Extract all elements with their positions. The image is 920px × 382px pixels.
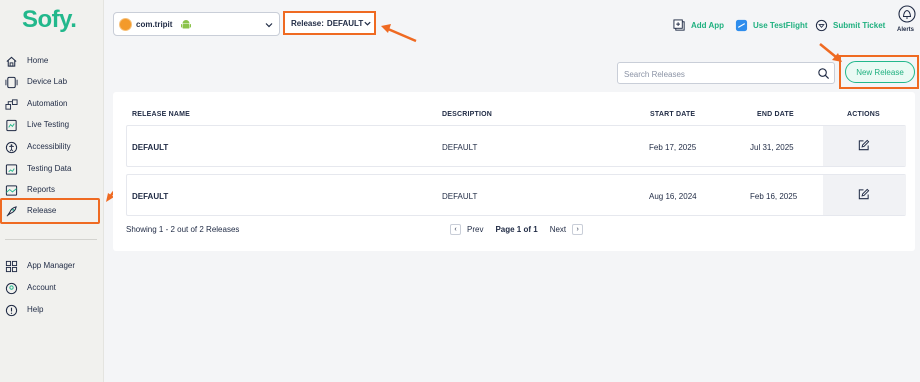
start-date-cell: Aug 16, 2024 [649, 192, 697, 201]
sidebar-item-device-lab[interactable]: Device Lab [0, 73, 104, 93]
reports-icon [5, 184, 18, 197]
submit-ticket-label: Submit Ticket [833, 20, 886, 30]
column-header-description: DESCRIPTION [442, 111, 493, 118]
release-selector[interactable]: Release: DEFAULT [283, 11, 376, 35]
search-box [617, 62, 835, 84]
app-manager-icon [5, 260, 18, 273]
edit-icon [858, 139, 870, 151]
live-testing-icon [5, 119, 18, 132]
description-cell: DEFAULT [442, 192, 478, 201]
sidebar-item-home[interactable]: Home [0, 52, 104, 72]
app-selector-value: com.tripit [136, 20, 173, 29]
next-label[interactable]: Next [550, 225, 566, 234]
next-page-button[interactable]: › [572, 223, 584, 235]
showing-count: Showing 1 - 2 out of 2 Releases [126, 225, 240, 234]
table-row: DEFAULT DEFAULT Aug 16, 2024 Feb 16, 202… [126, 174, 906, 216]
sidebar-item-label: Automation [27, 99, 68, 108]
edit-button[interactable] [823, 126, 906, 166]
edit-button[interactable] [823, 175, 906, 215]
end-date-cell: Jul 31, 2025 [750, 143, 794, 152]
submit-ticket-button[interactable]: Submit Ticket [815, 18, 885, 32]
pagination: ‹ Prev Page 1 of 1 Next › [450, 222, 584, 236]
chevron-down-icon [364, 21, 371, 26]
sidebar-item-label: Help [27, 305, 44, 314]
help-icon [5, 304, 18, 317]
sidebar-item-label: Testing Data [27, 164, 72, 173]
account-icon [5, 282, 18, 295]
sidebar-item-testing-data[interactable]: Testing Data [0, 160, 104, 180]
releases-table: RELEASE NAME DESCRIPTION START DATE END … [113, 92, 915, 251]
release-selector-label: Release: DEFAULT [291, 19, 364, 28]
sidebar-item-account[interactable]: Account [0, 279, 104, 299]
alerts-label: Alerts [897, 27, 915, 33]
android-icon [181, 20, 191, 29]
use-testflight-button[interactable]: Use TestFlight [735, 18, 808, 32]
sidebar-divider [5, 239, 97, 240]
device-icon [5, 76, 18, 89]
description-cell: DEFAULT [442, 143, 478, 152]
testflight-icon [735, 19, 748, 32]
sidebar-item-live-testing[interactable]: Live Testing [0, 116, 104, 136]
start-date-cell: Feb 17, 2025 [649, 143, 697, 152]
column-header-actions: ACTIONS [847, 111, 880, 118]
logo: Sofy. [22, 6, 77, 33]
prev-label[interactable]: Prev [467, 225, 483, 234]
add-app-button[interactable]: Add App [673, 18, 724, 32]
sidebar-item-label: Live Testing [27, 120, 70, 129]
sidebar-item-label: Reports [27, 185, 56, 194]
arrow-release-selector-icon [381, 24, 417, 43]
ticket-icon [815, 19, 828, 32]
column-header-start-date: START DATE [650, 111, 696, 118]
app-logo-icon [119, 18, 132, 31]
chevron-down-icon [265, 23, 273, 28]
page-indicator: Page 1 of 1 [495, 224, 538, 234]
accessibility-icon [5, 141, 18, 154]
table-row: DEFAULT DEFAULT Feb 17, 2025 Jul 31, 202… [126, 125, 906, 167]
release-name-cell: DEFAULT [132, 192, 169, 201]
column-header-end-date: END DATE [757, 111, 794, 118]
home-icon [5, 55, 18, 68]
release-name-cell: DEFAULT [132, 143, 169, 152]
new-release-button[interactable]: New Release [845, 61, 915, 83]
bell-icon [898, 5, 916, 23]
add-app-icon [673, 18, 686, 32]
sidebar-item-label: Device Lab [27, 77, 68, 86]
use-testflight-label: Use TestFlight [753, 20, 808, 30]
sidebar-item-accessibility[interactable]: Accessibility [0, 138, 104, 158]
add-app-label: Add App [691, 20, 725, 30]
search-icon[interactable] [817, 67, 830, 80]
sidebar-item-label: Home [27, 56, 49, 65]
release-highlight-box [0, 198, 100, 224]
sidebar-item-label: Account [27, 283, 56, 292]
edit-icon [858, 188, 870, 200]
end-date-cell: Feb 16, 2025 [750, 192, 798, 201]
automation-icon [5, 98, 18, 111]
release-selector-value: DEFAULT [326, 19, 364, 28]
prev-page-button[interactable]: ‹ [450, 223, 461, 235]
sidebar-item-help[interactable]: Help [0, 301, 104, 321]
alerts-button[interactable]: Alerts [897, 5, 917, 37]
app-selector[interactable]: com.tripit [113, 12, 280, 36]
sidebar-item-automation[interactable]: Automation [0, 95, 104, 115]
sidebar-item-label: Accessibility [27, 142, 71, 151]
sidebar-item-label: App Manager [27, 261, 76, 270]
search-input[interactable] [624, 67, 804, 81]
sidebar: Sofy. Home Device Lab Automation Live Te… [0, 0, 104, 382]
testing-data-icon [5, 163, 18, 176]
sidebar-item-app-manager[interactable]: App Manager [0, 257, 104, 277]
column-header-release-name: RELEASE NAME [132, 111, 191, 118]
